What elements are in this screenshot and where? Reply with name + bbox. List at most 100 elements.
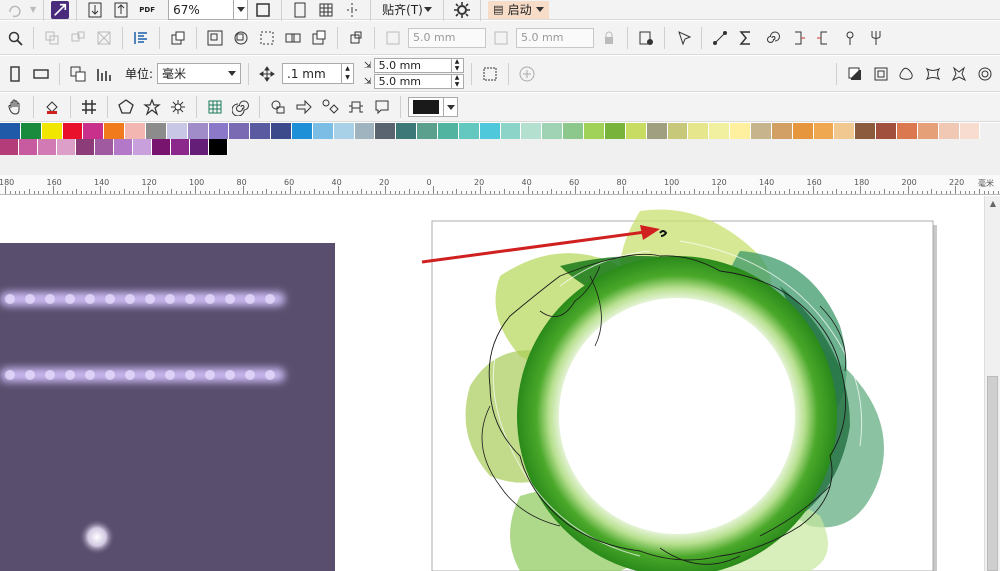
color-swatch[interactable]	[479, 123, 501, 139]
vertical-scrollbar[interactable]: ▲	[984, 196, 1000, 571]
color-swatch[interactable]	[876, 123, 897, 139]
scrollbar-thumb[interactable]	[987, 376, 998, 571]
color-swatch[interactable]	[41, 123, 63, 139]
group-icon[interactable]	[204, 27, 226, 49]
flower-icon[interactable]	[974, 63, 996, 85]
color-swatch[interactable]	[20, 123, 42, 139]
spin-down-icon[interactable]: ▼	[342, 74, 353, 84]
fill-bucket-icon[interactable]	[41, 96, 63, 118]
micro-nudge-y-spinner[interactable]: ▲ ▼	[450, 75, 463, 88]
color-swatch[interactable]	[104, 123, 126, 139]
polygon-icon[interactable]	[115, 96, 137, 118]
color-swatch[interactable]	[688, 123, 710, 139]
color-swatch[interactable]	[604, 123, 626, 139]
glow-dot[interactable]	[79, 519, 115, 555]
color-swatch[interactable]	[83, 123, 105, 139]
micro-nudge-x-field[interactable]: 5.0 mm ▲ ▼	[373, 58, 464, 73]
spin-down-icon[interactable]: ▼	[452, 65, 463, 73]
color-swatch[interactable]	[938, 123, 960, 139]
color-swatch[interactable]	[625, 123, 647, 139]
intersect-icon[interactable]	[282, 27, 304, 49]
nudge-distance-field[interactable]: .1 mm ▲ ▼	[282, 63, 355, 84]
snap-to-menu[interactable]: 贴齐(T)	[378, 0, 436, 20]
front-minus-back-icon[interactable]	[345, 27, 367, 49]
color-swatch[interactable]	[133, 139, 152, 155]
color-swatch[interactable]	[959, 123, 981, 139]
color-swatch[interactable]	[333, 123, 355, 139]
color-swatch[interactable]	[152, 139, 171, 155]
color-swatch[interactable]	[813, 123, 835, 139]
star-shape-icon[interactable]	[948, 63, 970, 85]
color-swatch[interactable]	[417, 123, 439, 139]
flowchart-shapes-icon[interactable]	[319, 96, 341, 118]
duplicate-distance-y-field[interactable]: 5.0 mm	[516, 27, 594, 48]
nudge-spinner[interactable]: ▲ ▼	[341, 64, 353, 83]
color-swatch[interactable]	[458, 123, 480, 139]
hand-pan-icon[interactable]	[4, 96, 26, 118]
current-page-icon[interactable]	[93, 63, 115, 85]
hash-grid-icon[interactable]	[78, 96, 100, 118]
color-swatch[interactable]	[187, 123, 209, 139]
color-swatch[interactable]	[114, 139, 133, 155]
redo-icon[interactable]	[4, 0, 26, 21]
extend-curve-icon[interactable]	[787, 27, 809, 49]
page-view-icon[interactable]	[289, 0, 311, 21]
color-swatch[interactable]	[709, 123, 731, 139]
color-swatch[interactable]	[750, 123, 772, 139]
micro-nudge-y-field[interactable]: 5.0 mm ▲ ▼	[373, 74, 464, 89]
export-icon[interactable]	[110, 0, 132, 21]
import-vector-icon[interactable]	[51, 0, 70, 19]
color-swatch[interactable]	[146, 123, 167, 139]
grid-view-icon[interactable]	[315, 0, 337, 21]
duplicate-distance-x-field[interactable]: 5.0 mm	[408, 27, 486, 48]
gear-icon[interactable]	[451, 0, 473, 21]
graph-paper-icon[interactable]	[204, 96, 226, 118]
color-swatch[interactable]	[312, 123, 334, 139]
guidelines-icon[interactable]	[341, 0, 363, 21]
color-swatch[interactable]	[271, 123, 293, 139]
simplify-icon[interactable]	[308, 27, 330, 49]
color-swatch[interactable]	[171, 139, 190, 155]
color-swatch[interactable]	[771, 123, 793, 139]
color-swatch[interactable]	[896, 123, 918, 139]
treat-as-filled-icon[interactable]	[479, 63, 501, 85]
color-swatch[interactable]	[855, 123, 877, 139]
color-swatch[interactable]	[250, 123, 272, 139]
sigma-icon[interactable]	[735, 27, 757, 49]
color-swatch[interactable]	[375, 123, 397, 139]
chevron-down-icon[interactable]	[233, 0, 247, 19]
to-front-icon[interactable]	[167, 27, 189, 49]
units-select[interactable]: 毫米	[157, 63, 242, 84]
color-swatch[interactable]	[57, 139, 76, 155]
node-pointer-icon[interactable]	[672, 27, 694, 49]
ungroup-icon[interactable]	[230, 27, 252, 49]
color-swatch[interactable]	[542, 123, 564, 139]
spiral-tool-icon[interactable]	[230, 96, 252, 118]
align-distribute-icon[interactable]	[130, 27, 152, 49]
color-swatch[interactable]	[38, 139, 57, 155]
launch-button[interactable]: ▤ 启动	[488, 0, 549, 19]
frame-icon[interactable]	[870, 63, 892, 85]
close-curve-icon[interactable]	[813, 27, 835, 49]
color-swatch[interactable]	[500, 123, 522, 139]
glow-line-1[interactable]	[0, 292, 285, 306]
color-swatch[interactable]	[0, 139, 19, 155]
color-swatch[interactable]	[584, 123, 605, 139]
color-swatch[interactable]	[76, 139, 95, 155]
scroll-up-icon[interactable]: ▲	[985, 196, 1000, 210]
spiral-icon[interactable]	[761, 27, 783, 49]
color-swatch[interactable]	[834, 123, 856, 139]
outline-color-picker[interactable]	[408, 97, 458, 117]
zoom-level-select[interactable]: 67%	[168, 0, 249, 20]
micro-nudge-x-spinner[interactable]: ▲ ▼	[450, 59, 463, 73]
color-swatch[interactable]	[229, 123, 251, 139]
color-swatch[interactable]	[166, 123, 188, 139]
all-pages-icon[interactable]	[67, 63, 89, 85]
arrow-shapes-icon[interactable]	[293, 96, 315, 118]
publish-pdf-icon[interactable]: PDF	[136, 0, 158, 21]
color-swatch[interactable]	[208, 123, 230, 139]
color-swatch[interactable]	[19, 139, 38, 155]
color-swatch[interactable]	[190, 139, 209, 155]
color-swatch[interactable]	[438, 123, 459, 139]
color-swatch[interactable]	[667, 123, 689, 139]
